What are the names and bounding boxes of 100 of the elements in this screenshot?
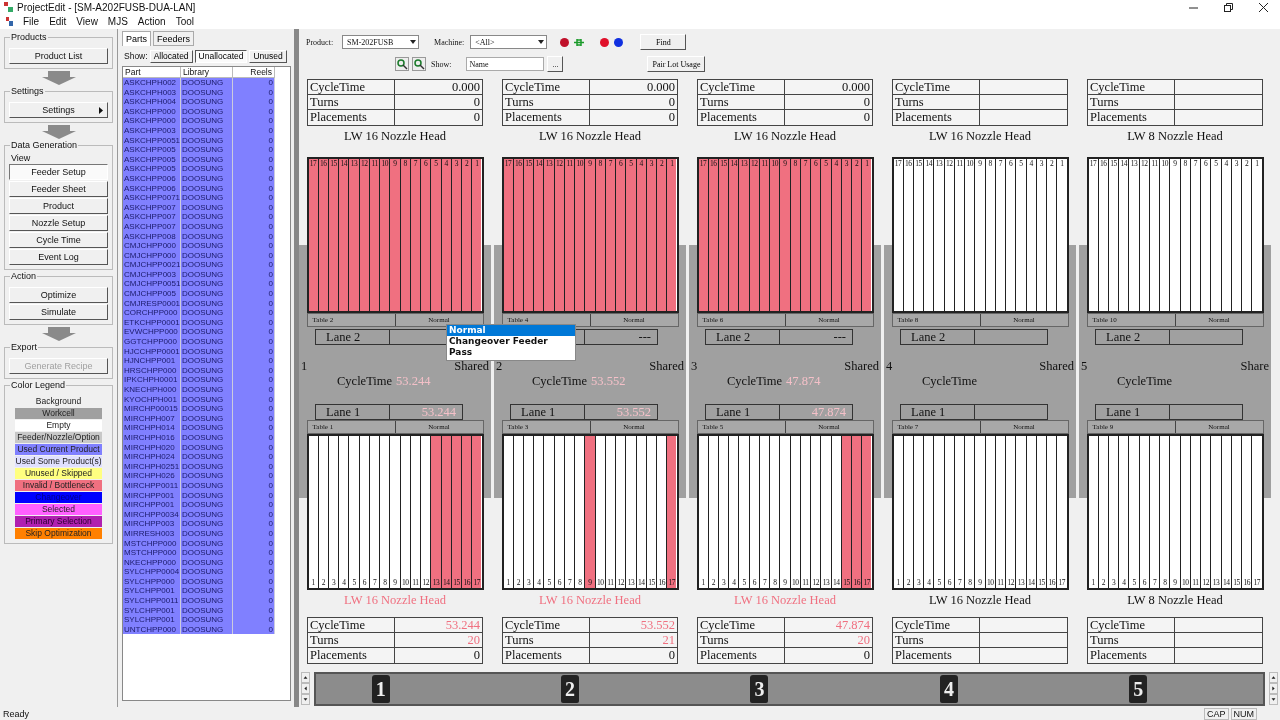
table-cell: MIRCHPP001 xyxy=(123,500,181,510)
circle-icon[interactable] xyxy=(559,36,571,48)
legend-swatch: Selected xyxy=(15,504,102,515)
table-cell: ASKCHPH002 xyxy=(123,78,181,88)
table-cell: DOOSUNG xyxy=(181,615,233,625)
table-cell: MIRCHPH024 xyxy=(123,452,181,462)
table-cell: DOOSUNG xyxy=(181,452,233,462)
menu-option[interactable]: Normal xyxy=(447,325,575,336)
menu-item[interactable]: Action xyxy=(137,16,166,27)
machine-token[interactable]: 2 xyxy=(561,674,580,703)
status-text: Ready xyxy=(3,708,29,719)
menu-option[interactable]: Pass xyxy=(447,347,475,358)
cycle-time-value: 53.552 xyxy=(591,374,626,390)
filter-button[interactable]: Allocated xyxy=(149,49,193,63)
menu-item[interactable]: MJS xyxy=(107,16,128,27)
status-indicator: NUM xyxy=(1230,707,1257,720)
restore-icon[interactable] xyxy=(1224,2,1233,12)
table-cell: MIRCHPH014 xyxy=(123,423,181,433)
stat-label: CycleTime xyxy=(308,618,395,633)
sidebar-button[interactable]: Product xyxy=(9,198,108,214)
legend-swatch: Used Some Product(s) xyxy=(15,456,102,467)
filter-button[interactable]: Unused xyxy=(249,49,287,63)
table-cell: 0 xyxy=(233,471,275,481)
sidebar-button[interactable]: Feeder Sheet xyxy=(9,181,108,197)
sidebar-button[interactable]: Product List xyxy=(9,48,108,64)
table-cell: DOOSUNG xyxy=(181,78,233,88)
table-cell: 0 xyxy=(233,125,275,136)
stat-label: Turns xyxy=(308,95,395,110)
stat-value: 20 xyxy=(856,633,871,648)
sidebar-button[interactable]: Event Log xyxy=(9,249,108,265)
filter-button[interactable]: Unallocated xyxy=(194,49,248,63)
sidebar-button[interactable]: Optimize xyxy=(9,287,108,303)
machine-token[interactable]: 3 xyxy=(750,674,769,703)
table-cell: DOOSUNG xyxy=(181,500,233,510)
machine-number: 4 xyxy=(885,359,893,374)
menu-item[interactable]: Edit xyxy=(49,16,67,27)
table-cell: 0 xyxy=(233,548,275,558)
head-label: LW 16 Nozzle Head xyxy=(344,593,446,609)
table-cell: 0 xyxy=(233,356,275,366)
table-cell: 0 xyxy=(233,212,275,222)
table-cell: 0 xyxy=(233,116,275,126)
menu-option[interactable]: Changeover Feeder xyxy=(447,336,550,347)
stat-label: Turns xyxy=(503,95,590,110)
find-button[interactable]: Find xyxy=(640,34,687,50)
table-cell: MIRRESH003 xyxy=(123,528,181,539)
stat-label: Turns xyxy=(1088,95,1175,110)
down-arrow-icon xyxy=(41,125,76,139)
table-cell: DOOSUNG xyxy=(181,260,233,270)
table-cell: CMJCHPP005 xyxy=(123,289,181,299)
menu-item[interactable]: Tool xyxy=(175,16,194,27)
circle-icon[interactable] xyxy=(599,36,611,48)
sidebar-button[interactable]: Nozzle Setup xyxy=(9,215,108,231)
stat-value: 0.000 xyxy=(645,80,676,95)
close-icon[interactable] xyxy=(1259,2,1268,12)
stat-label: Turns xyxy=(698,95,785,110)
scroll-up-icon[interactable] xyxy=(301,672,310,683)
menu-item[interactable]: File xyxy=(23,16,40,27)
scroll-up-icon[interactable] xyxy=(1269,672,1278,683)
table-cell: SYLCHPP001 xyxy=(123,615,181,625)
pair-lot-usage-button[interactable]: Pair Lot Usage xyxy=(647,56,706,72)
table-cell: 0 xyxy=(233,519,275,529)
table-cell: 0 xyxy=(233,432,275,443)
scroll-right-icon[interactable] xyxy=(1269,683,1278,694)
tab[interactable]: Parts xyxy=(122,31,151,46)
table-cell: 0 xyxy=(233,164,275,174)
table-cell: DOOSUNG xyxy=(181,289,233,299)
table-cell: DOOSUNG xyxy=(181,173,233,184)
product-label: Product: xyxy=(306,37,334,47)
sidebar-button[interactable]: Cycle Time xyxy=(9,232,108,248)
group-title: Data Generation xyxy=(10,140,79,150)
sidebar-button[interactable]: Simulate xyxy=(9,304,108,320)
browse-button[interactable]: ... xyxy=(547,56,564,72)
stat-label: CycleTime xyxy=(893,618,980,633)
table-cell: DOOSUNG xyxy=(181,145,233,155)
head-label: LW 16 Nozzle Head xyxy=(734,593,836,609)
lane-box: Lane 2 xyxy=(1095,329,1243,345)
scroll-down-icon[interactable] xyxy=(301,694,310,705)
cycle-time-value: 47.874 xyxy=(786,374,821,390)
table-cell: 0 xyxy=(233,500,275,510)
tab[interactable]: Feeders xyxy=(153,31,195,46)
stat-label: Placements xyxy=(1088,648,1175,663)
table-cell: ASKCHPP000 xyxy=(123,116,181,126)
stat-value: 0 xyxy=(862,110,871,125)
window-title: ProjectEdit - [SM-A202FUSB-DUA-LAN] xyxy=(17,1,197,13)
table-cell: ASKCHPP003 xyxy=(123,125,181,136)
sidebar-button[interactable]: Settings xyxy=(9,102,108,118)
product-dropdown[interactable]: SM-202FUSB xyxy=(342,35,420,49)
table-cell: DOOSUNG xyxy=(181,432,233,443)
table-cell: 0 xyxy=(233,97,275,107)
machine-token[interactable]: 1 xyxy=(371,674,390,703)
machine-token[interactable]: 4 xyxy=(939,674,958,703)
scroll-down-icon[interactable] xyxy=(1269,694,1278,705)
machine-token[interactable]: 5 xyxy=(1129,674,1148,703)
menu-item[interactable]: View xyxy=(76,16,98,27)
stat-label: Turns xyxy=(698,633,785,648)
show-field[interactable]: Name xyxy=(466,57,545,71)
scroll-left-icon[interactable] xyxy=(301,683,310,694)
machine-dropdown[interactable]: <All> xyxy=(470,35,548,49)
sidebar-button[interactable]: Feeder Setup xyxy=(9,164,108,180)
circle-icon[interactable] xyxy=(613,36,625,48)
